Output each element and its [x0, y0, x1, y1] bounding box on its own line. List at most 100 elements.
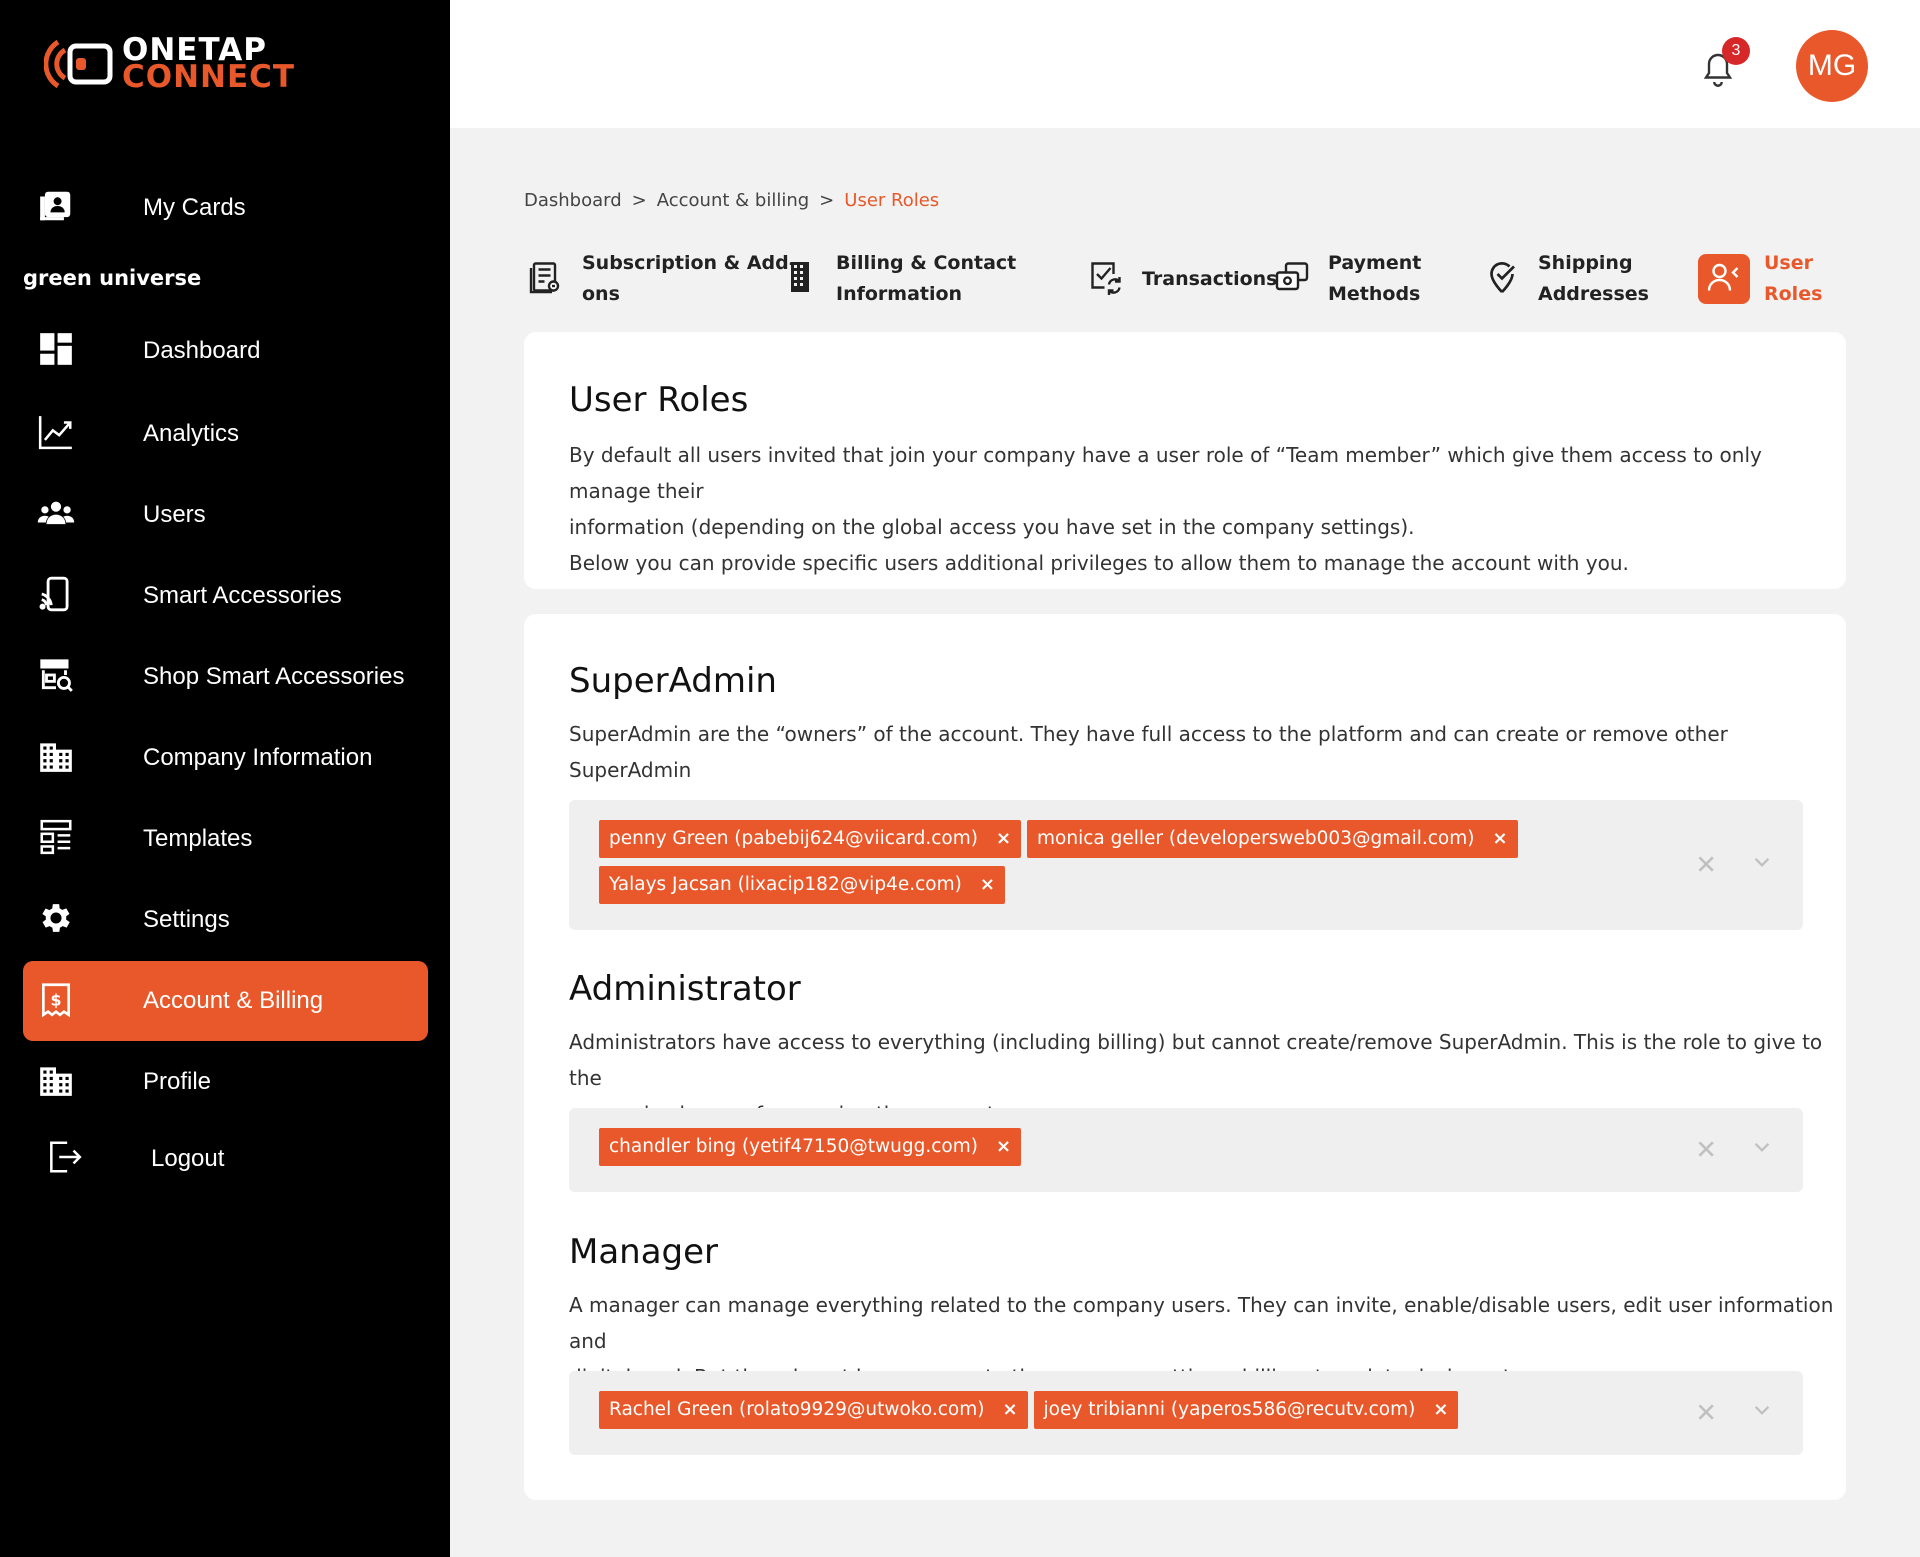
tab-billing-contact[interactable]: Billing & Contact Information — [778, 248, 1016, 310]
clear-all-icon[interactable]: ✕ — [1695, 1135, 1717, 1166]
user-roles-intro-card: User Roles By default all users invited … — [524, 332, 1846, 589]
templates-icon — [37, 818, 75, 861]
logo-line2: CONNECT — [122, 59, 296, 95]
user-chip: chandler bing (yetif47150@twugg.com) × — [599, 1128, 1022, 1166]
chip-label: joey tribianni (yaperos586@recutv.com) — [1043, 1399, 1416, 1420]
tab-label: Payment — [1328, 252, 1422, 274]
sidebar-item-label: Logout — [151, 1145, 225, 1172]
breadcrumb-current: User Roles — [844, 190, 940, 211]
role-title-superadmin: SuperAdmin — [569, 661, 777, 701]
shipping-icon — [1484, 259, 1520, 300]
sidebar-item-logout[interactable]: Logout — [23, 1119, 428, 1199]
gear-icon — [37, 899, 75, 942]
sidebar-item-dashboard[interactable]: Dashboard — [23, 311, 428, 391]
chip-remove-icon[interactable]: × — [1433, 1391, 1448, 1429]
tab-transactions[interactable]: Transactions — [1084, 248, 1277, 310]
tab-label-line2: Addresses — [1538, 283, 1649, 305]
tab-subscription[interactable]: Subscription & Add-ons — [524, 248, 797, 310]
tab-user-roles[interactable]: User Roles — [1698, 248, 1822, 310]
billing-icon: $ — [37, 980, 75, 1023]
sidebar-item-company-information[interactable]: Company Information — [23, 718, 428, 798]
sidebar-item-label: Templates — [143, 825, 253, 852]
sidebar-item-profile[interactable]: Profile — [23, 1042, 428, 1122]
intro-line: By default all users invited that join y… — [569, 443, 1762, 503]
tab-label: Billing & Contact — [836, 252, 1017, 274]
chip-label: Rachel Green (rolato9929@utwoko.com) — [609, 1399, 985, 1420]
chip-remove-icon[interactable]: × — [1002, 1391, 1017, 1429]
tab-payment-methods[interactable]: Payment Methods — [1270, 248, 1421, 310]
logo-icon — [43, 36, 116, 92]
chip-remove-icon[interactable]: × — [980, 866, 995, 904]
chip-label: chandler bing (yetif47150@twugg.com) — [609, 1136, 978, 1157]
sidebar-item-label: My Cards — [143, 194, 246, 221]
sidebar-item-analytics[interactable]: Analytics — [23, 394, 428, 474]
chart-line-icon — [37, 413, 75, 456]
chip-remove-icon[interactable]: × — [996, 1128, 1011, 1166]
brand-logo[interactable]: ONETAP CONNECT — [43, 35, 296, 95]
chevron-down-icon[interactable] — [1751, 1398, 1773, 1429]
organization-name: green universe — [23, 266, 202, 290]
sidebar-item-my-cards[interactable]: My Cards — [23, 168, 428, 248]
description-line: Administrators have access to everything… — [569, 1030, 1823, 1090]
sidebar-item-label: Analytics — [143, 420, 240, 447]
breadcrumb-account-billing[interactable]: Account & billing — [657, 190, 809, 211]
tab-label: Subscription & Add- — [582, 252, 797, 274]
user-chip: penny Green (pabebij624@viicard.com) × — [599, 820, 1022, 858]
building-icon — [782, 259, 818, 300]
breadcrumb-dashboard[interactable]: Dashboard — [524, 190, 622, 211]
chevron-down-icon[interactable] — [1751, 1135, 1773, 1166]
description-line: SuperAdmin are the “owners” of the accou… — [569, 722, 1728, 782]
sidebar-item-settings[interactable]: Settings — [23, 880, 428, 960]
sidebar-item-smart-accessories[interactable]: Smart Accessories — [23, 556, 428, 636]
avatar[interactable]: MG — [1796, 30, 1868, 102]
tab-label: User — [1764, 252, 1813, 274]
chip-remove-icon[interactable]: × — [1492, 820, 1507, 858]
sidebar-item-label: Users — [143, 501, 206, 528]
id-card-icon — [37, 187, 75, 230]
breadcrumb-separator: > — [631, 190, 647, 211]
role-title-administrator: Administrator — [569, 969, 801, 1009]
sidebar-item-label: Company Information — [143, 744, 373, 771]
user-chip: Rachel Green (rolato9929@utwoko.com) × — [599, 1391, 1028, 1429]
sidebar-item-shop-smart-accessories[interactable]: Shop Smart Accessories — [23, 637, 428, 717]
sidebar-item-label: Account & Billing — [143, 987, 324, 1014]
user-chip: monica geller (developersweb003@gmail.co… — [1027, 820, 1518, 858]
sidebar-item-users[interactable]: Users — [23, 475, 428, 555]
sidebar-item-label: Profile — [143, 1068, 212, 1095]
manager-user-select[interactable]: Rachel Green (rolato9929@utwoko.com) × jo… — [569, 1371, 1803, 1455]
description-line: A manager can manage everything related … — [569, 1293, 1834, 1353]
chip-remove-icon[interactable]: × — [996, 820, 1011, 858]
clear-all-icon[interactable]: ✕ — [1695, 1398, 1717, 1429]
sidebar-item-account-billing[interactable]: $ Account & Billing — [23, 961, 428, 1041]
intro-text: By default all users invited that join y… — [569, 437, 1846, 581]
users-icon — [37, 494, 75, 537]
svg-text:$: $ — [50, 990, 61, 1009]
breadcrumb: Dashboard > Account & billing > User Rol… — [524, 190, 939, 211]
chevron-down-icon[interactable] — [1751, 850, 1773, 881]
breadcrumb-separator: > — [819, 190, 835, 211]
intro-line: information (depending on the global acc… — [569, 515, 1415, 539]
user-roles-icon — [1706, 259, 1742, 300]
page-title: User Roles — [569, 380, 749, 420]
tab-label-line2: Methods — [1328, 283, 1421, 305]
chip-label: penny Green (pabebij624@viicard.com) — [609, 828, 978, 849]
administrator-user-select[interactable]: chandler bing (yetif47150@twugg.com) × ✕ — [569, 1108, 1803, 1192]
sidebar-item-templates[interactable]: Templates — [23, 799, 428, 879]
tab-shipping-addresses[interactable]: Shipping Addresses — [1480, 248, 1649, 310]
sidebar-item-label: Smart Accessories — [143, 582, 342, 609]
transactions-icon — [1088, 259, 1124, 300]
subscription-icon — [528, 259, 564, 300]
clear-all-icon[interactable]: ✕ — [1695, 850, 1717, 881]
tab-label-line2: Roles — [1764, 283, 1823, 305]
sidebar-item-label: Dashboard — [143, 337, 261, 364]
dashboard-icon — [37, 330, 75, 373]
building-icon — [37, 737, 75, 780]
roles-card: SuperAdmin SuperAdmin are the “owners” o… — [524, 614, 1846, 1500]
superadmin-user-select[interactable]: penny Green (pabebij624@viicard.com) × mo… — [569, 800, 1803, 930]
intro-line: Below you can provide specific users add… — [569, 551, 1629, 575]
notification-badge: 3 — [1722, 37, 1750, 65]
user-chip: joey tribianni (yaperos586@recutv.com) × — [1033, 1391, 1459, 1429]
shop-search-icon — [37, 656, 75, 699]
logout-icon — [37, 1138, 83, 1181]
user-chip: Yalays Jacsan (lixacip182@vip4e.com) × — [599, 866, 1005, 904]
